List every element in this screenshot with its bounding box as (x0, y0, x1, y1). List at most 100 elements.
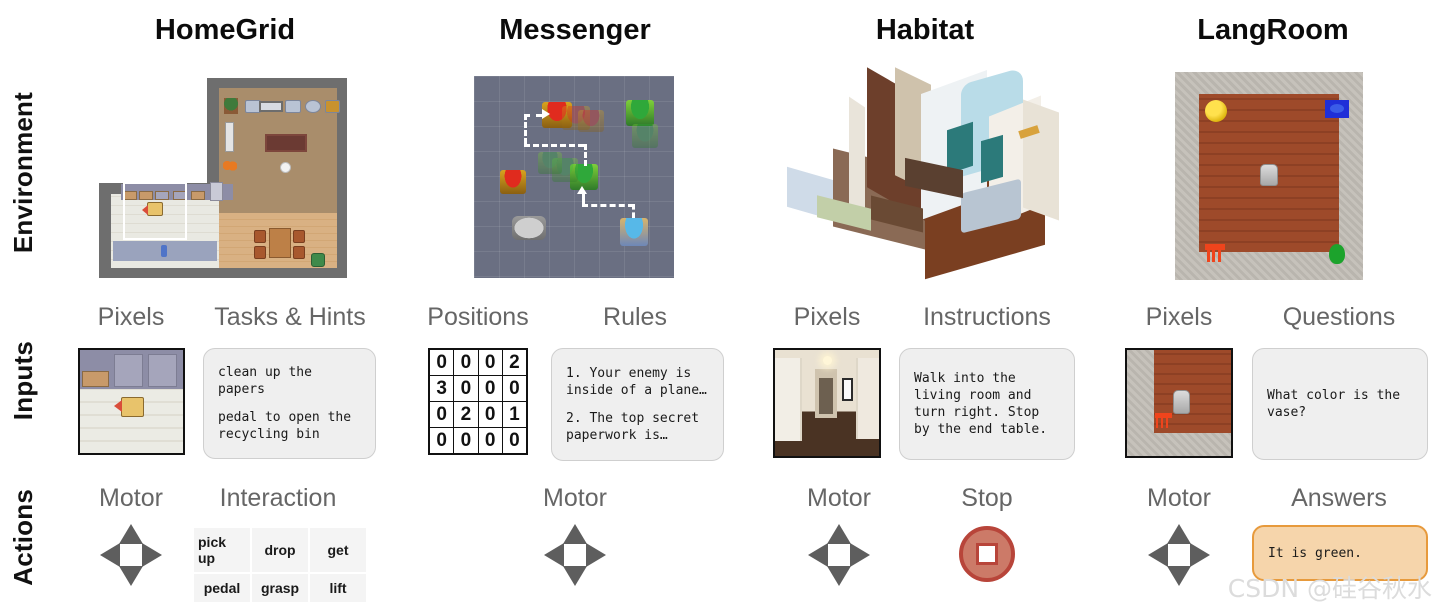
homegrid-fridge-icon (210, 182, 223, 201)
environment-langroom (1175, 72, 1363, 280)
dpad-left-icon[interactable] (100, 543, 120, 567)
dpad-down-icon[interactable] (119, 566, 143, 586)
input-heading-habitat-instructions: Instructions (923, 303, 1051, 331)
habitat-wall-5 (1023, 99, 1059, 221)
figure-root: Environment Inputs Actions HomeGrid Mess… (0, 0, 1440, 609)
interaction-button-pick-up[interactable]: pick up (194, 528, 250, 572)
langroom-blue-object-icon (1325, 100, 1349, 118)
input-thumbnail-homegrid (78, 348, 185, 455)
column-title-habitat: Habitat (875, 14, 975, 46)
action-heading-homegrid-motor: Motor (99, 484, 163, 512)
interaction-button-drop[interactable]: drop (252, 528, 308, 572)
input-heading-homegrid-pixels: Pixels (97, 303, 165, 331)
langroom-green-vase-icon (1329, 244, 1345, 264)
positions-cell: 0 (430, 402, 454, 427)
messenger-enemy-red2-icon (500, 170, 526, 194)
interaction-button-lift[interactable]: lift (310, 574, 366, 602)
dpad-down-icon[interactable] (827, 566, 851, 586)
homegrid-cabinet-icon (325, 100, 340, 113)
dpad-up-icon[interactable] (1167, 524, 1191, 544)
action-heading-homegrid-interaction: Interaction (219, 484, 337, 512)
action-heading-messenger-motor: Motor (543, 484, 607, 512)
positions-cell: 0 (454, 350, 478, 375)
homegrid-rug (265, 134, 307, 152)
dpad-up-icon[interactable] (119, 524, 143, 544)
dpad-right-icon[interactable] (586, 543, 606, 567)
positions-cell: 1 (502, 402, 526, 427)
row-label-actions: Actions (0, 470, 46, 605)
dpad-down-icon[interactable] (1167, 566, 1191, 586)
habitat-scene-mesh (775, 62, 1075, 280)
row-label-inputs-text: Inputs (7, 341, 38, 421)
dpad-right-icon[interactable] (1190, 543, 1210, 567)
interaction-button-pedal[interactable]: pedal (194, 574, 250, 602)
dpad-right-icon[interactable] (142, 543, 162, 567)
input-bubble-homegrid-tasks: clean up the papers pedal to open the re… (203, 348, 376, 459)
input-heading-habitat-pixels: Pixels (793, 303, 861, 331)
column-title-langroom: LangRoom (1197, 14, 1349, 46)
input-heading-messenger-rules: Rules (603, 303, 667, 331)
langroom-thumb-wall-bottom (1127, 432, 1231, 456)
motor-dpad-homegrid[interactable] (98, 522, 164, 588)
dpad-right-icon[interactable] (850, 543, 870, 567)
messenger-path-segment-6 (582, 204, 634, 207)
homegrid-plant-icon (224, 98, 238, 114)
messenger-path-arrow-up-icon (577, 186, 587, 194)
langroom-thumb-red-table-icon (1155, 412, 1172, 429)
input-bubble-messenger-rules: 1. Your enemy is inside of a plane… 2. T… (551, 348, 724, 461)
dpad-up-icon[interactable] (563, 524, 587, 544)
langroom-red-table-icon (1205, 244, 1225, 262)
homegrid-sofa-right-icon (285, 100, 301, 113)
homegrid-dining-chair-2 (254, 246, 266, 259)
input-thumbnail-langroom (1125, 348, 1233, 458)
homegrid-tv-icon (259, 101, 283, 112)
messenger-path-arrow-right-icon (542, 109, 550, 119)
messenger-path-segment-3 (524, 144, 584, 147)
homegrid-paper-ball-icon (280, 162, 291, 173)
motor-dpad-langroom[interactable] (1146, 522, 1212, 588)
homegrid-thumb-cabinet-1 (82, 370, 109, 388)
homegrid-chair-round-icon (305, 100, 321, 113)
positions-cell: 0 (454, 376, 478, 401)
positions-cell: 0 (478, 428, 502, 453)
positions-cell: 0 (454, 428, 478, 453)
messenger-message-green-trail2-icon (538, 152, 562, 174)
dpad-left-icon[interactable] (1148, 543, 1168, 567)
action-heading-langroom-motor: Motor (1147, 484, 1211, 512)
action-heading-langroom-answers: Answers (1291, 484, 1387, 512)
row-label-environment-text: Environment (7, 91, 38, 254)
homegrid-thumb-appliance-1 (113, 354, 143, 388)
messenger-path-segment-4 (584, 144, 587, 166)
homegrid-dining-chair-4 (293, 246, 305, 259)
positions-cell: 0 (502, 428, 526, 453)
interaction-action-table: pick up drop get pedal grasp lift (194, 528, 366, 602)
motor-dpad-habitat[interactable] (806, 522, 872, 588)
messenger-ally-green-icon (626, 100, 654, 126)
motor-dpad-messenger[interactable] (542, 522, 608, 588)
dpad-left-icon[interactable] (808, 543, 828, 567)
homegrid-agent-icon (142, 202, 163, 216)
stop-button[interactable] (959, 526, 1015, 582)
interaction-button-grasp[interactable]: grasp (252, 574, 308, 602)
messenger-enemy-red-trail2-icon (578, 110, 604, 132)
input-positions-grid: 0 0 0 2 3 0 0 0 0 2 0 1 0 0 0 0 (428, 348, 528, 455)
messenger-path-segment-1 (524, 114, 527, 144)
input-bubble-langroom-question: What color is the vase? (1252, 348, 1428, 460)
environment-habitat (775, 62, 1075, 280)
homegrid-shelf-icon (225, 122, 234, 152)
positions-cell: 0 (478, 402, 502, 427)
homegrid-thumb-appliance-2 (147, 354, 177, 388)
positions-cell: 0 (478, 350, 502, 375)
homegrid-dining-chair-1 (254, 230, 266, 243)
messenger-path-segment-7 (582, 194, 585, 206)
answer-bubble-langroom: It is green. (1252, 525, 1428, 581)
dpad-down-icon[interactable] (563, 566, 587, 586)
dpad-left-icon[interactable] (544, 543, 564, 567)
stop-square-icon (976, 543, 998, 565)
dpad-up-icon[interactable] (827, 524, 851, 544)
habitat-door-teal-2 (981, 134, 1003, 184)
messenger-scene (474, 76, 674, 278)
input-heading-langroom-questions: Questions (1282, 303, 1396, 331)
action-heading-habitat-motor: Motor (807, 484, 871, 512)
interaction-button-get[interactable]: get (310, 528, 366, 572)
